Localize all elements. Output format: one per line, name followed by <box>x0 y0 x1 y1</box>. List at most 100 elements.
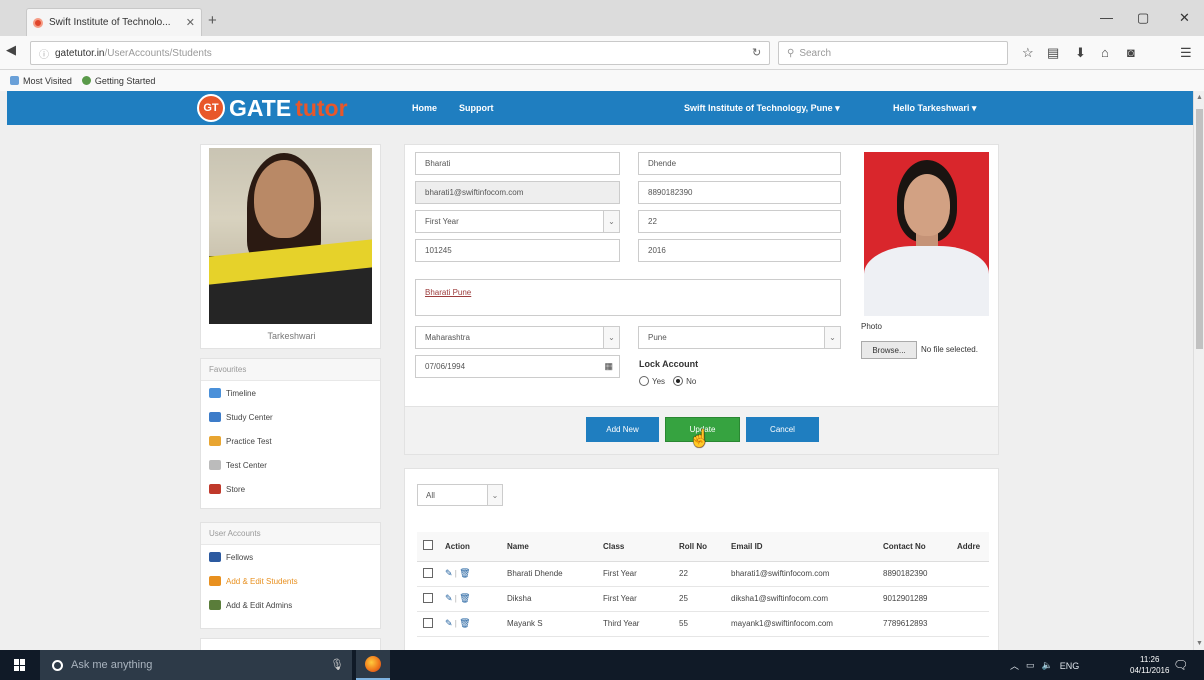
sidebar-item-timeline[interactable]: Timeline <box>201 381 380 405</box>
edit-icon[interactable]: ✎ <box>445 568 453 578</box>
nav-home[interactable]: Home <box>412 103 437 113</box>
user-menu[interactable]: Hello Tarkeshwari ▾ <box>893 103 976 114</box>
url-path: /UserAccounts/Students <box>104 47 212 59</box>
reader-icon[interactable]: ▤ <box>1047 45 1059 61</box>
url-host: gatetutor.in <box>55 47 105 59</box>
more-panel <box>200 638 381 650</box>
sidebar-item-add-edit-students[interactable]: Add & Edit Students <box>201 569 380 593</box>
browse-button[interactable]: Browse... <box>861 341 917 359</box>
sidebar-item-study-center[interactable]: Study Center <box>201 405 380 429</box>
photo-label: Photo <box>861 322 882 331</box>
profile-card: Tarkeshwari <box>200 144 381 349</box>
system-tray: ︿ ▭ 🔈 ENG <box>1010 659 1079 672</box>
select-all-checkbox[interactable] <box>423 540 433 551</box>
download-icon[interactable]: ⬇ <box>1075 45 1086 61</box>
delete-icon[interactable]: 🗑 <box>459 568 470 578</box>
sidebar-item-fellows[interactable]: Fellows <box>201 545 380 569</box>
class-filter-select[interactable]: All ⌄ <box>417 484 503 506</box>
sidebar-item-add-edit-admins[interactable]: Add & Edit Admins <box>201 593 380 617</box>
delete-icon[interactable]: 🗑 <box>459 618 470 628</box>
bookmark-most-visited[interactable]: Most Visited <box>10 76 72 86</box>
dob-field[interactable]: 07/06/1994 ▦ <box>415 355 620 378</box>
first-name-field[interactable]: Bharati <box>415 152 620 175</box>
col-roll-no[interactable]: Roll No <box>673 532 725 562</box>
cell-contact: 7789612893 <box>877 611 951 637</box>
network-icon[interactable]: ▭ <box>1026 660 1035 671</box>
profile-name: Tarkeshwari <box>267 331 316 341</box>
home-icon[interactable]: ⌂ <box>1101 45 1109 60</box>
city-select[interactable]: Pune ⌄ <box>638 326 841 349</box>
calendar-icon[interactable]: ▦ <box>604 361 613 372</box>
id-field[interactable]: 101245 <box>415 239 620 262</box>
site-favicon-icon <box>33 17 43 28</box>
bookmark-getting-started[interactable]: Getting Started <box>81 76 155 86</box>
col-email[interactable]: Email ID <box>725 532 877 562</box>
edit-icon[interactable]: ✎ <box>445 618 453 628</box>
page-scrollbar[interactable]: ▲ ▼ <box>1193 91 1204 650</box>
taskbar-clock[interactable]: 11:26 04/11/2016 <box>1130 654 1169 676</box>
volume-icon[interactable]: 🔈 <box>1042 660 1053 671</box>
add-admins-icon <box>209 600 221 610</box>
close-window-icon[interactable]: ✕ <box>1179 10 1190 26</box>
year-field[interactable]: 2016 <box>638 239 841 262</box>
firefox-taskbar-icon[interactable] <box>356 650 390 680</box>
timeline-icon <box>209 388 221 398</box>
institute-menu[interactable]: Swift Institute of Technology, Pune ▾ <box>684 103 840 114</box>
add-new-button[interactable]: Add New <box>586 417 659 442</box>
back-icon[interactable]: ◀ <box>6 42 16 58</box>
row-checkbox[interactable] <box>423 592 433 603</box>
last-name-field[interactable]: Dhende <box>638 152 841 175</box>
sidebar-item-test-center[interactable]: Test Center <box>201 453 380 477</box>
new-tab-icon[interactable]: + <box>208 12 217 29</box>
edit-icon[interactable]: ✎ <box>445 593 453 603</box>
chevron-down-icon: ⌄ <box>824 327 840 348</box>
notifications-icon[interactable]: 🗨 <box>1173 658 1188 672</box>
col-class[interactable]: Class <box>597 532 673 562</box>
reload-icon[interactable]: ↻ <box>752 46 761 59</box>
scroll-up-icon[interactable]: ▲ <box>1196 94 1203 101</box>
microphone-icon[interactable]: 🎙 <box>330 658 344 671</box>
class-select[interactable]: First Year ⌄ <box>415 210 620 233</box>
col-name[interactable]: Name <box>501 532 597 562</box>
browser-tab[interactable]: Swift Institute of Technolo... ✕ <box>26 8 202 36</box>
gatetutor-logo[interactable]: GT GATE tutor <box>197 94 348 122</box>
cell-roll: 55 <box>673 611 725 637</box>
state-select[interactable]: Maharashtra ⌄ <box>415 326 620 349</box>
chevron-down-icon: ⌄ <box>603 327 619 348</box>
url-bar[interactable]: ⓘ gatetutor.in /UserAccounts/Students <box>30 41 770 65</box>
roll-no-field[interactable]: 22 <box>638 210 841 233</box>
col-action: Action <box>439 532 501 562</box>
cancel-button[interactable]: Cancel <box>746 417 819 442</box>
maximize-icon[interactable]: ▢ <box>1137 10 1149 26</box>
student-photo <box>864 152 989 316</box>
lock-yes-radio[interactable] <box>639 376 649 386</box>
browser-nav-bar: ◀ ⓘ gatetutor.in /UserAccounts/Students … <box>0 36 1204 70</box>
bookmark-star-icon[interactable]: ☆ <box>1022 45 1034 61</box>
address-field[interactable]: Bharati Pune <box>415 279 841 316</box>
minimize-icon[interactable]: — <box>1100 10 1113 25</box>
col-contact[interactable]: Contact No <box>877 532 951 562</box>
cell-email: bharati1@swiftinfocom.com <box>725 561 877 587</box>
language-indicator[interactable]: ENG <box>1060 661 1080 671</box>
sidebar-item-practice-test[interactable]: Practice Test <box>201 429 380 453</box>
delete-icon[interactable]: 🗑 <box>459 593 470 603</box>
scrollbar-thumb[interactable] <box>1196 109 1203 349</box>
pocket-icon[interactable]: ◙ <box>1127 45 1135 60</box>
lock-no-radio[interactable] <box>673 376 684 386</box>
chevron-down-icon: ⌄ <box>487 485 502 505</box>
row-checkbox[interactable] <box>423 567 433 578</box>
nav-support[interactable]: Support <box>459 103 494 113</box>
row-checkbox[interactable] <box>423 617 433 628</box>
email-field[interactable]: bharati1@swiftinfocom.com <box>415 181 620 204</box>
col-address[interactable]: Addre <box>951 532 989 562</box>
tray-chevron-icon[interactable]: ︿ <box>1010 659 1019 672</box>
close-tab-icon[interactable]: ✕ <box>186 16 195 29</box>
contact-field[interactable]: 8890182390 <box>638 181 841 204</box>
cell-name: Bharati Dhende <box>501 561 597 587</box>
search-bar[interactable]: ⚲ Search <box>778 41 1008 65</box>
windows-start-icon[interactable] <box>14 659 26 671</box>
cortana-search[interactable]: Ask me anything <box>40 650 352 680</box>
scroll-down-icon[interactable]: ▼ <box>1196 640 1203 647</box>
sidebar-item-store[interactable]: Store <box>201 477 380 501</box>
menu-icon[interactable]: ☰ <box>1180 45 1192 61</box>
